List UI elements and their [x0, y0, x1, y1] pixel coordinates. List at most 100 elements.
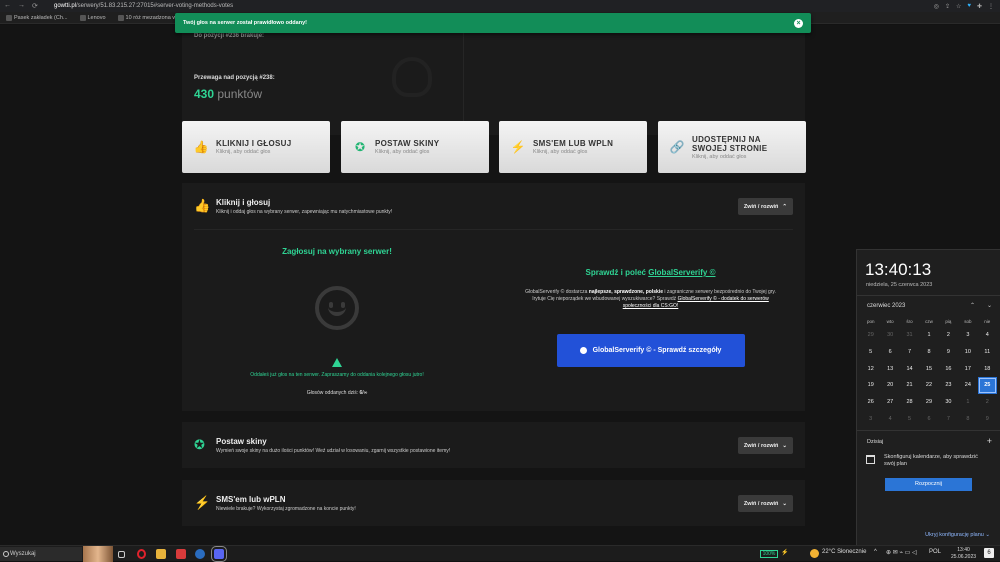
- hide-plan-link[interactable]: Ukryj konfigurację planu ⌄: [925, 532, 990, 538]
- bolt-icon: ⚡: [194, 495, 211, 510]
- calendar-day[interactable]: 10: [958, 344, 977, 361]
- calendar-day[interactable]: 1: [919, 327, 938, 344]
- calendar-day[interactable]: 31: [900, 327, 919, 344]
- vote-method-share[interactable]: 🔗 UDOSTĘPNIJ NA SWOJEJ STRONIE Kliknij, a…: [658, 121, 806, 173]
- calendar-day[interactable]: 8: [919, 344, 938, 361]
- steam-icon[interactable]: [195, 549, 205, 559]
- language-indicator[interactable]: POL: [929, 549, 941, 555]
- expand-toggle-button[interactable]: Zwiń / rozwiń ⌄: [737, 495, 793, 512]
- calendar-day[interactable]: 9: [939, 344, 958, 361]
- expand-toggle-button[interactable]: Zwiń / rozwiń ⌄: [737, 437, 793, 454]
- already-voted-message: Oddałeś już głos na ten serwer. Zaprasza…: [250, 372, 424, 378]
- vote-method-click[interactable]: 👍 KLIKNIJ I GŁOSUJ Kliknij, aby oddać gło…: [182, 121, 330, 173]
- calendar-day[interactable]: 28: [900, 394, 919, 411]
- star-icon[interactable]: ☆: [956, 3, 961, 10]
- calendar-day[interactable]: 14: [900, 361, 919, 378]
- discord-icon[interactable]: [211, 546, 227, 562]
- tray-icons[interactable]: ⊕ ✉ ⌁ ▭ ◁: [886, 549, 917, 556]
- calendar-day[interactable]: 21: [900, 377, 919, 394]
- section-title: SMS'em lub wPLN: [216, 495, 286, 504]
- calendar-day[interactable]: 5: [900, 411, 919, 428]
- calendar-day[interactable]: 12: [861, 361, 880, 378]
- calendar-month[interactable]: czerwiec 2023: [867, 303, 905, 309]
- calendar-day[interactable]: 30: [880, 327, 899, 344]
- calendar-day[interactable]: 2: [978, 394, 997, 411]
- sun-icon: [810, 549, 819, 558]
- calendar-day-today[interactable]: 25: [977, 377, 997, 395]
- flyout-time: 13:40:13: [865, 260, 932, 279]
- extension-icon[interactable]: ◎: [934, 3, 939, 10]
- bookmark-item[interactable]: Lenovo: [74, 14, 112, 21]
- search-highlight-image[interactable]: [83, 546, 113, 562]
- file-explorer-icon[interactable]: [156, 549, 166, 559]
- chevron-up-icon[interactable]: ⌃: [970, 302, 975, 309]
- battery-indicator[interactable]: 100%: [760, 550, 778, 558]
- calendar-day[interactable]: 29: [861, 327, 880, 344]
- calendar-day[interactable]: 13: [880, 361, 899, 378]
- calendar-day[interactable]: 20: [880, 377, 899, 394]
- bookmark-item[interactable]: Pasek zakładek (Ch...: [0, 14, 74, 21]
- calendar-day[interactable]: 9: [978, 411, 997, 428]
- calendar-day[interactable]: 15: [919, 361, 938, 378]
- opera-icon[interactable]: [137, 549, 146, 559]
- menu-icon[interactable]: ⋮: [988, 3, 994, 10]
- toggle-label: Zwiń / rozwiń: [743, 500, 779, 507]
- calendar-day[interactable]: 11: [978, 344, 997, 361]
- calendar-day[interactable]: 3: [861, 411, 880, 428]
- collapse-toggle-button[interactable]: Zwiń / rozwiń ⌃: [737, 198, 793, 215]
- calendar-day[interactable]: 2: [939, 327, 958, 344]
- start-button[interactable]: Rozpocznij: [885, 478, 972, 491]
- back-icon[interactable]: ←: [4, 2, 11, 10]
- ranking-stats: Do pozycji #236 brakuje: Przewaga nad po…: [182, 29, 462, 135]
- calendar-day[interactable]: 22: [919, 377, 938, 394]
- calendar-day[interactable]: 5: [861, 344, 880, 361]
- calendar-day[interactable]: 30: [939, 394, 958, 411]
- calendar-day[interactable]: 23: [939, 377, 958, 394]
- gs-heading-link[interactable]: GlobalServerify ©: [648, 268, 715, 277]
- bookmark-icon: [117, 14, 124, 21]
- puzzle-icon[interactable]: ✚: [977, 3, 982, 10]
- gs-description: GlobalServerify © dostarcza najlepsze, s…: [525, 289, 776, 309]
- task-view-icon[interactable]: [118, 551, 125, 558]
- close-icon[interactable]: ×: [794, 18, 803, 28]
- address-bar[interactable]: gowtti.pl/serwery/51.83.215.27:27015#ser…: [54, 3, 233, 9]
- calendar-day[interactable]: 19: [861, 377, 880, 394]
- chevron-down-icon[interactable]: ⌄: [987, 302, 992, 309]
- points-value: 430 punktów: [194, 87, 263, 101]
- heart-icon[interactable]: ♥: [967, 3, 971, 10]
- calendar-day[interactable]: 1: [958, 394, 977, 411]
- calendar-day[interactable]: 4: [978, 327, 997, 344]
- calendar-day[interactable]: 18: [978, 361, 997, 378]
- calendar-day[interactable]: 3: [958, 327, 977, 344]
- taskbar-clock[interactable]: 13:40 25.06.2023: [951, 547, 976, 561]
- winrar-icon[interactable]: [176, 549, 186, 559]
- vote-method-sms[interactable]: ⚡ SMS'EM LUB WPLN Kliknij, aby oddać głos: [499, 121, 647, 173]
- calendar-day[interactable]: 27: [880, 394, 899, 411]
- weekday-header: czw: [925, 319, 933, 324]
- vote-method-skins[interactable]: ✪ POSTAW SKINY Kliknij, aby oddać głos: [341, 121, 489, 173]
- calendar-day[interactable]: 17: [958, 361, 977, 378]
- calendar-day[interactable]: 6: [919, 411, 938, 428]
- calendar-day[interactable]: 26: [861, 394, 880, 411]
- flyout-date[interactable]: niedziela, 25 czerwca 2023: [866, 282, 932, 288]
- notification-center-icon[interactable]: 6: [984, 548, 994, 558]
- calendar-day[interactable]: 8: [958, 411, 977, 428]
- taskbar-search[interactable]: Wyszukaj: [0, 547, 82, 561]
- award-icon: ✪: [354, 140, 366, 154]
- calendar-day[interactable]: 29: [919, 394, 938, 411]
- url-path: /serwery/51.83.215.27:27015#server-votin…: [76, 3, 234, 9]
- forward-icon[interactable]: →: [18, 2, 25, 10]
- calendar-day[interactable]: 24: [958, 377, 977, 394]
- calendar-day[interactable]: 7: [939, 411, 958, 428]
- calendar-day[interactable]: 16: [939, 361, 958, 378]
- reload-icon[interactable]: ⟳: [32, 2, 38, 10]
- weather-text[interactable]: 22°C Słonecznie: [822, 549, 866, 555]
- tray-chevron-icon[interactable]: ^: [874, 549, 877, 555]
- weekday-header: nie: [984, 319, 991, 324]
- share-icon[interactable]: ⇪: [945, 3, 950, 10]
- calendar-day[interactable]: 4: [880, 411, 899, 428]
- calendar-day[interactable]: 7: [900, 344, 919, 361]
- add-event-icon[interactable]: +: [987, 436, 992, 446]
- calendar-day[interactable]: 6: [880, 344, 899, 361]
- globalserverify-button[interactable]: GlobalServerify © - Sprawdź szczegóły: [556, 334, 745, 367]
